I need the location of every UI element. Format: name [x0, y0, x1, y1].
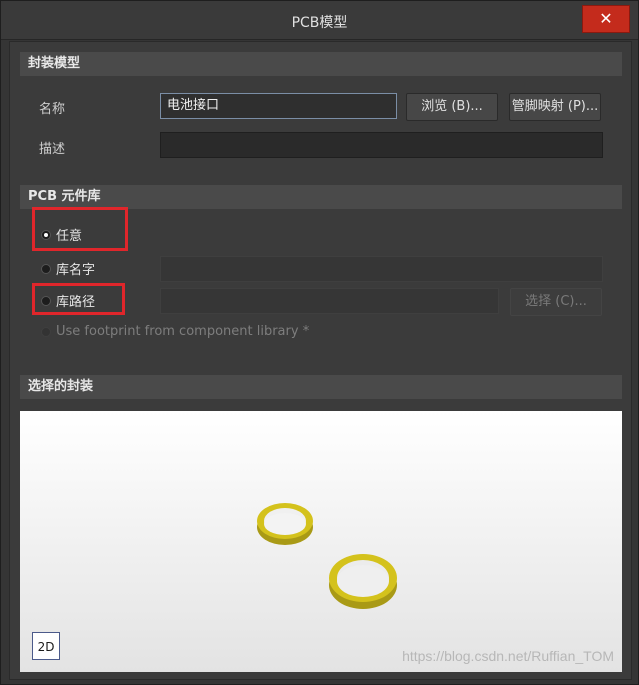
selected-footprint-header: 选择的封装 — [20, 375, 622, 399]
highlight-box-any — [32, 207, 128, 251]
pin-map-button[interactable]: 管脚映射 (P)... — [509, 93, 601, 121]
select-button[interactable]: 选择 (C)... — [510, 288, 602, 316]
name-label: 名称 — [39, 102, 66, 117]
dialog-body: 封装模型 名称 电池接口 浏览 (B)... 管脚映射 (P)... 描述 PC… — [9, 41, 632, 680]
browse-button[interactable]: 浏览 (B)... — [406, 93, 498, 121]
use-component-library-indicator[interactable] — [41, 326, 51, 337]
footprint-preview[interactable]: 2D https://blog.csdn.net/Ruffian_TOM — [20, 411, 622, 672]
radio-library-name[interactable]: 库名字 — [41, 259, 95, 278]
title-bar: PCB模型 ✕ — [1, 1, 638, 40]
footprint-3d-model — [257, 503, 397, 609]
pcb-model-dialog: PCB模型 ✕ 封装模型 名称 电池接口 浏览 (B)... 管脚映射 (P).… — [0, 0, 639, 685]
highlight-box-library-path — [32, 283, 125, 315]
close-button[interactable]: ✕ — [582, 5, 630, 33]
ring-small — [257, 503, 313, 545]
use-component-library-label: Use footprint from component library * — [56, 324, 310, 339]
ring-large — [329, 554, 397, 609]
description-input[interactable] — [160, 132, 603, 158]
close-icon: ✕ — [599, 9, 613, 28]
pcb-library-header: PCB 元件库 — [20, 185, 622, 209]
library-name-input[interactable] — [160, 256, 603, 282]
footprint-model-header: 封装模型 — [20, 52, 622, 76]
name-input[interactable]: 电池接口 — [160, 93, 397, 119]
description-label: 描述 — [39, 142, 66, 157]
radio-library-name-indicator[interactable] — [41, 263, 51, 274]
library-path-input[interactable] — [160, 288, 499, 314]
watermark-text: https://blog.csdn.net/Ruffian_TOM — [402, 648, 614, 664]
dialog-title: PCB模型 — [291, 15, 348, 31]
radio-library-name-label: 库名字 — [56, 263, 96, 278]
view-2d-button[interactable]: 2D — [32, 632, 60, 660]
use-component-library-option[interactable]: Use footprint from component library * — [41, 324, 309, 339]
